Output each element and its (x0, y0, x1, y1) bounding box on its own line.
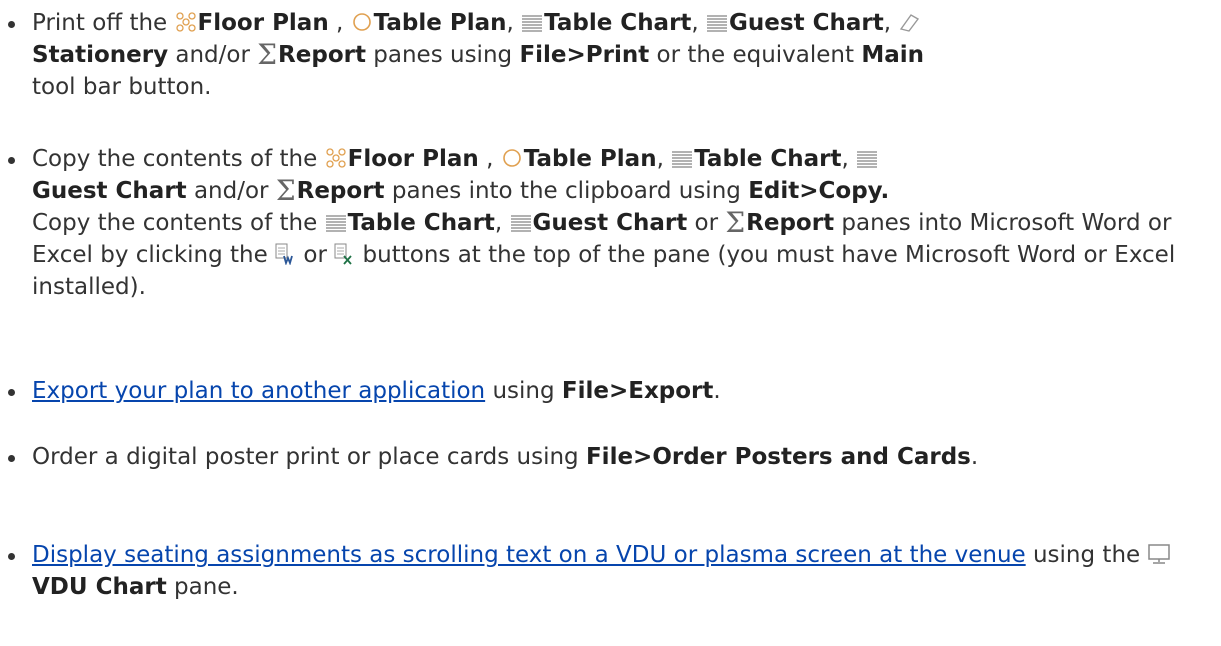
text: and/or (168, 42, 258, 68)
text: using the (1025, 542, 1148, 568)
table-chart-label: Table Chart (694, 146, 842, 172)
text: Copy the contents of the (32, 146, 325, 172)
word-export-icon[interactable] (275, 243, 295, 265)
text: , (506, 10, 522, 36)
report-sigma-icon: Σ (275, 174, 296, 207)
vdu-chart-label: VDU Chart (32, 574, 167, 600)
text: , (883, 10, 899, 36)
report-label: Report (746, 210, 835, 236)
text: , (691, 10, 707, 36)
text: Print off the (32, 10, 175, 36)
text: and/or (186, 178, 276, 204)
text: or the equivalent (649, 42, 862, 68)
text: tool bar button. (32, 74, 212, 100)
table-plan-label: Table Plan (523, 146, 657, 172)
text: . (713, 378, 721, 404)
report-sigma-icon: Σ (257, 38, 278, 71)
list-item-print: Print off the Floor Plan , Table Plan, T… (0, 7, 1212, 103)
list-item-export: Export your plan to another application … (0, 375, 1212, 407)
menu-path: Edit>Copy. (748, 178, 890, 204)
report-label: Report (278, 42, 366, 68)
text: panes using (365, 42, 520, 68)
table-plan-icon (501, 147, 523, 169)
guest-chart-label: Guest Chart (32, 178, 187, 204)
menu-path: File>Order Posters and Cards (585, 444, 971, 470)
vdu-monitor-icon (1147, 543, 1171, 565)
table-chart-label: Table Chart (544, 10, 692, 36)
list-item-copy: Copy the contents of the Floor Plan , Ta… (0, 143, 1212, 303)
guest-chart-icon (856, 149, 878, 169)
floor-plan-label: Floor Plan (197, 10, 329, 36)
table-plan-label: Table Plan (373, 10, 507, 36)
excel-export-icon[interactable] (334, 243, 354, 265)
text: , (494, 210, 510, 236)
text: . (970, 444, 979, 470)
vdu-link[interactable]: Display seating assignments as scrolling… (32, 542, 1026, 568)
text: pane. (166, 574, 239, 600)
stationery-label: Stationery (32, 42, 169, 68)
guest-chart-icon (706, 13, 728, 33)
text: or (296, 242, 335, 268)
text: using (485, 378, 562, 404)
export-link[interactable]: Export your plan to another application (32, 378, 485, 404)
text: panes into the clipboard using (384, 178, 749, 204)
list-item-order: Order a digital poster print or place ca… (0, 441, 1212, 473)
stationery-icon (898, 11, 920, 33)
text: , (478, 146, 501, 172)
floor-plan-icon (325, 147, 347, 169)
table-chart-label: Table Chart (347, 210, 495, 236)
main-toolbar-label: Main (861, 42, 924, 68)
guest-chart-label: Guest Chart (532, 210, 688, 236)
text: or (687, 210, 726, 236)
table-plan-icon (351, 11, 373, 33)
report-sigma-icon: Σ (725, 206, 746, 239)
guest-chart-label: Guest Chart (729, 10, 884, 36)
text: , (656, 146, 672, 172)
guest-chart-icon (510, 213, 532, 233)
table-chart-icon (325, 213, 347, 233)
table-chart-icon (521, 13, 543, 33)
text: Copy the contents of the (32, 210, 325, 236)
help-page: Print off the Floor Plan , Table Plan, T… (0, 0, 1221, 646)
text: , (328, 10, 351, 36)
menu-path: File>Print (519, 42, 650, 68)
text: , (841, 146, 857, 172)
list-item-vdu: Display seating assignments as scrolling… (0, 539, 1212, 603)
floor-plan-icon (175, 11, 197, 33)
menu-path: File>Export (561, 378, 714, 404)
table-chart-icon (671, 149, 693, 169)
floor-plan-label: Floor Plan (347, 146, 479, 172)
text: Order a digital poster print or place ca… (32, 444, 586, 470)
report-label: Report (296, 178, 385, 204)
